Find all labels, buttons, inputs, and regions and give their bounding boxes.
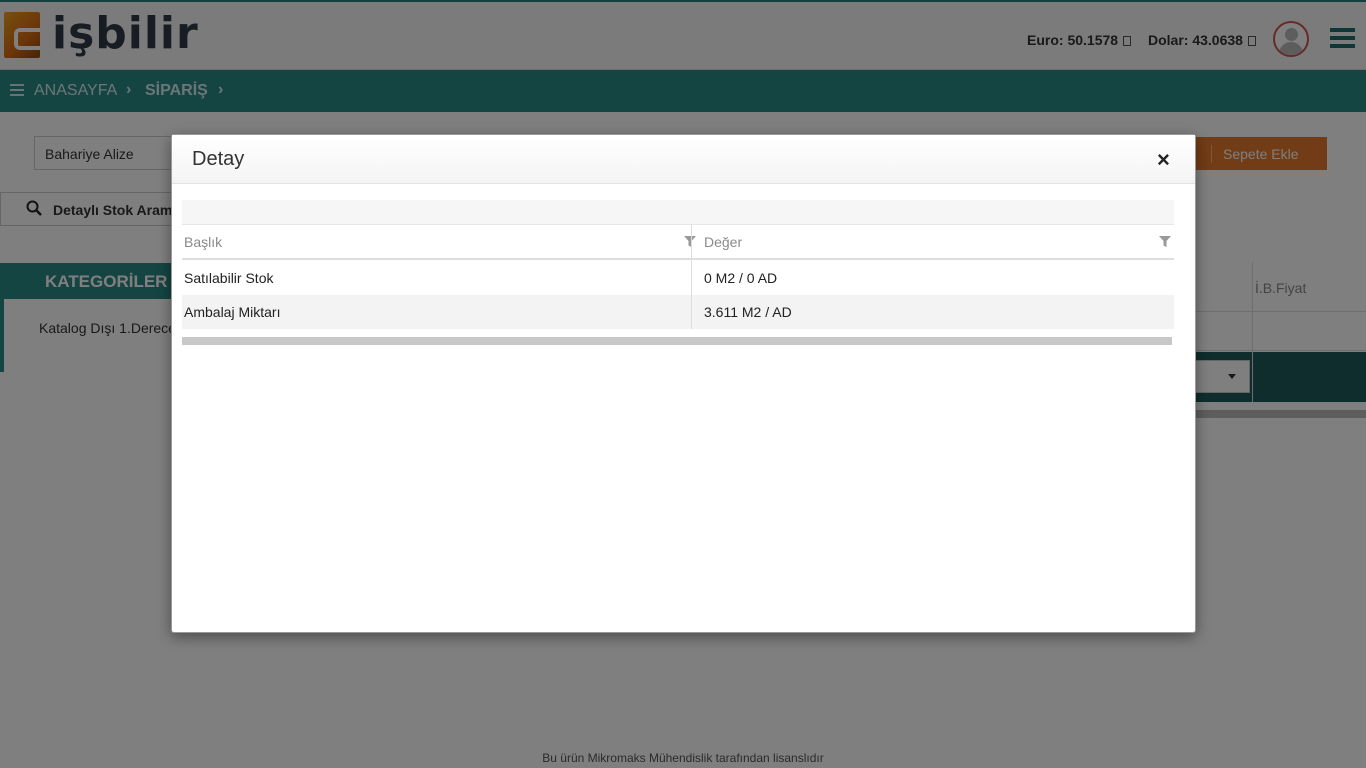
modal-header: Detay × <box>172 135 1195 184</box>
modal-title: Detay <box>192 148 245 170</box>
row-label: Satılabilir Stok <box>184 270 274 286</box>
filter-icon[interactable] <box>1159 236 1171 248</box>
row-label: Ambalaj Miktarı <box>184 304 281 320</box>
grid-toolbar <box>182 200 1174 225</box>
close-icon[interactable]: × <box>1157 147 1170 173</box>
table-row[interactable]: Ambalaj Miktarı 3.611 M2 / AD <box>182 295 1174 329</box>
filter-icon[interactable] <box>684 236 696 248</box>
detail-grid-scrollbar[interactable] <box>182 337 1172 345</box>
row-value: 0 M2 / 0 AD <box>704 270 778 286</box>
detail-grid-header: Başlık Değer <box>182 225 1174 260</box>
column-header-title[interactable]: Başlık <box>184 234 222 250</box>
column-header-value[interactable]: Değer <box>704 234 742 250</box>
row-value: 3.611 M2 / AD <box>704 304 792 320</box>
detail-modal: Detay × Başlık Değer Satılabilir Stok 0 … <box>171 134 1196 633</box>
table-row[interactable]: Satılabilir Stok 0 M2 / 0 AD <box>182 261 1174 295</box>
grid-column-divider <box>691 225 692 329</box>
